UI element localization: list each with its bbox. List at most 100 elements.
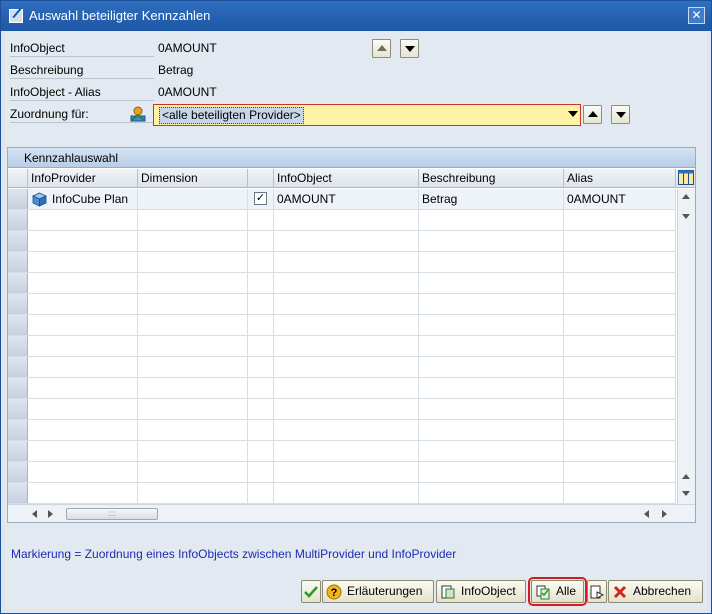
- cell-alias: [564, 399, 676, 419]
- table-row-empty[interactable]: [8, 399, 676, 420]
- cell-infoobject: [274, 441, 419, 461]
- scroll-up-icon[interactable]: [682, 474, 690, 479]
- column-header-infoobject[interactable]: InfoObject: [274, 169, 419, 188]
- cell-alias: [564, 378, 676, 398]
- cell-infoprovider: [28, 252, 138, 272]
- row-selector[interactable]: [8, 315, 28, 335]
- column-header-alias[interactable]: Alias: [564, 169, 676, 188]
- scroll-right-icon[interactable]: [662, 510, 667, 518]
- cell-infoprovider: [28, 294, 138, 314]
- cell-alias: [564, 420, 676, 440]
- cell-infoobject: [274, 483, 419, 503]
- cell-dimension: [138, 399, 248, 419]
- table-row-empty[interactable]: [8, 252, 676, 273]
- table-row-empty[interactable]: [8, 357, 676, 378]
- column-header-dimension[interactable]: Dimension: [138, 169, 248, 188]
- table-row-empty[interactable]: [8, 315, 676, 336]
- window-title: Auswahl beteiligter Kennzahlen: [29, 8, 211, 23]
- scroll-right-icon[interactable]: [48, 510, 53, 518]
- column-settings-icon[interactable]: [678, 170, 694, 185]
- deselect-button[interactable]: [587, 580, 607, 603]
- cancel-icon: [613, 585, 627, 599]
- scroll-up-icon[interactable]: [682, 194, 690, 199]
- row-selector[interactable]: [8, 231, 28, 251]
- cell-beschreibung: [419, 441, 564, 461]
- row-selector[interactable]: [8, 420, 28, 440]
- table-row-empty[interactable]: [8, 420, 676, 441]
- table-row-empty[interactable]: [8, 210, 676, 231]
- row-selector[interactable]: [8, 294, 28, 314]
- scroll-left-icon[interactable]: [32, 510, 37, 518]
- infoobject-button[interactable]: InfoObject: [436, 580, 526, 603]
- row-selector[interactable]: [8, 252, 28, 272]
- select-all-corner[interactable]: [8, 169, 28, 188]
- row-selector[interactable]: [8, 336, 28, 356]
- close-button[interactable]: ✕: [688, 7, 705, 24]
- scroll-thumb[interactable]: :::: [66, 508, 158, 520]
- assignment-checkbox[interactable]: ✓: [254, 192, 267, 205]
- cell-infoprovider: [28, 420, 138, 440]
- scroll-left-icon[interactable]: [644, 510, 649, 518]
- vertical-scrollbar[interactable]: [677, 189, 695, 504]
- row-selector[interactable]: [8, 210, 28, 230]
- table-row-empty[interactable]: [8, 336, 676, 357]
- table-row-empty[interactable]: [8, 462, 676, 483]
- checkmark-icon: [304, 586, 318, 598]
- next-provider-button[interactable]: [611, 105, 630, 124]
- table-row-empty[interactable]: [8, 273, 676, 294]
- next-infoobject-button[interactable]: [400, 39, 419, 58]
- erlaeuterungen-button[interactable]: ? Erläuterungen: [322, 580, 434, 603]
- dialog-content: InfoObject 0AMOUNT Beschreibung Betrag I…: [5, 32, 707, 609]
- previous-provider-button[interactable]: [583, 105, 602, 124]
- chevron-down-icon[interactable]: [568, 111, 578, 117]
- row-selector[interactable]: [8, 462, 28, 482]
- cell-infoobject: [274, 273, 419, 293]
- row-selector[interactable]: [8, 483, 28, 503]
- row-selector[interactable]: [8, 189, 28, 209]
- help-icon: ?: [326, 584, 342, 600]
- row-selector[interactable]: [8, 399, 28, 419]
- cell-beschreibung: [419, 357, 564, 377]
- scroll-down-icon[interactable]: [682, 491, 690, 496]
- cell-check: [248, 315, 274, 335]
- column-header-check[interactable]: [248, 169, 274, 188]
- abbrechen-button[interactable]: Abbrechen: [608, 580, 703, 603]
- cell-beschreibung: [419, 210, 564, 230]
- cell-infoprovider: [28, 462, 138, 482]
- confirm-button[interactable]: [301, 580, 321, 603]
- legend-text: Markierung = Zuordnung eines InfoObjects…: [11, 547, 457, 561]
- table-row-empty[interactable]: [8, 441, 676, 462]
- column-header-infoprovider[interactable]: InfoProvider: [28, 169, 138, 188]
- row-selector[interactable]: [8, 357, 28, 377]
- provider-assignment-icon[interactable]: [129, 105, 147, 123]
- cell-dimension: [138, 252, 248, 272]
- table-row-empty[interactable]: [8, 294, 676, 315]
- table-row[interactable]: InfoCube Plan ✓ 0AMOUNT Betrag 0AMOUNT: [8, 189, 676, 210]
- cell-infoprovider: [28, 441, 138, 461]
- row-selector[interactable]: [8, 441, 28, 461]
- cell-alias: [564, 273, 676, 293]
- cell-infoobject: [274, 252, 419, 272]
- cell-infoobject: [274, 210, 419, 230]
- table-row-empty[interactable]: [8, 483, 676, 504]
- previous-infoobject-button[interactable]: [372, 39, 391, 58]
- alle-button[interactable]: Alle: [528, 577, 587, 606]
- cell-infoprovider: [28, 231, 138, 251]
- infoobject-icon: [441, 585, 455, 599]
- cell-check: [248, 378, 274, 398]
- cell-check: ✓: [248, 189, 274, 209]
- row-selector[interactable]: [8, 273, 28, 293]
- cell-check: [248, 420, 274, 440]
- table-row-empty[interactable]: [8, 378, 676, 399]
- table-row-empty[interactable]: [8, 231, 676, 252]
- cell-beschreibung: [419, 315, 564, 335]
- cell-infoprovider: [28, 315, 138, 335]
- scroll-down-icon[interactable]: [682, 214, 690, 219]
- zuordnung-select[interactable]: <alle beteiligten Provider>: [153, 104, 581, 126]
- cell-beschreibung: [419, 378, 564, 398]
- column-header-beschreibung[interactable]: Beschreibung: [419, 169, 564, 188]
- row-selector[interactable]: [8, 378, 28, 398]
- cell-alias: [564, 252, 676, 272]
- cell-dimension: [138, 336, 248, 356]
- horizontal-scrollbar[interactable]: :::: [8, 504, 695, 522]
